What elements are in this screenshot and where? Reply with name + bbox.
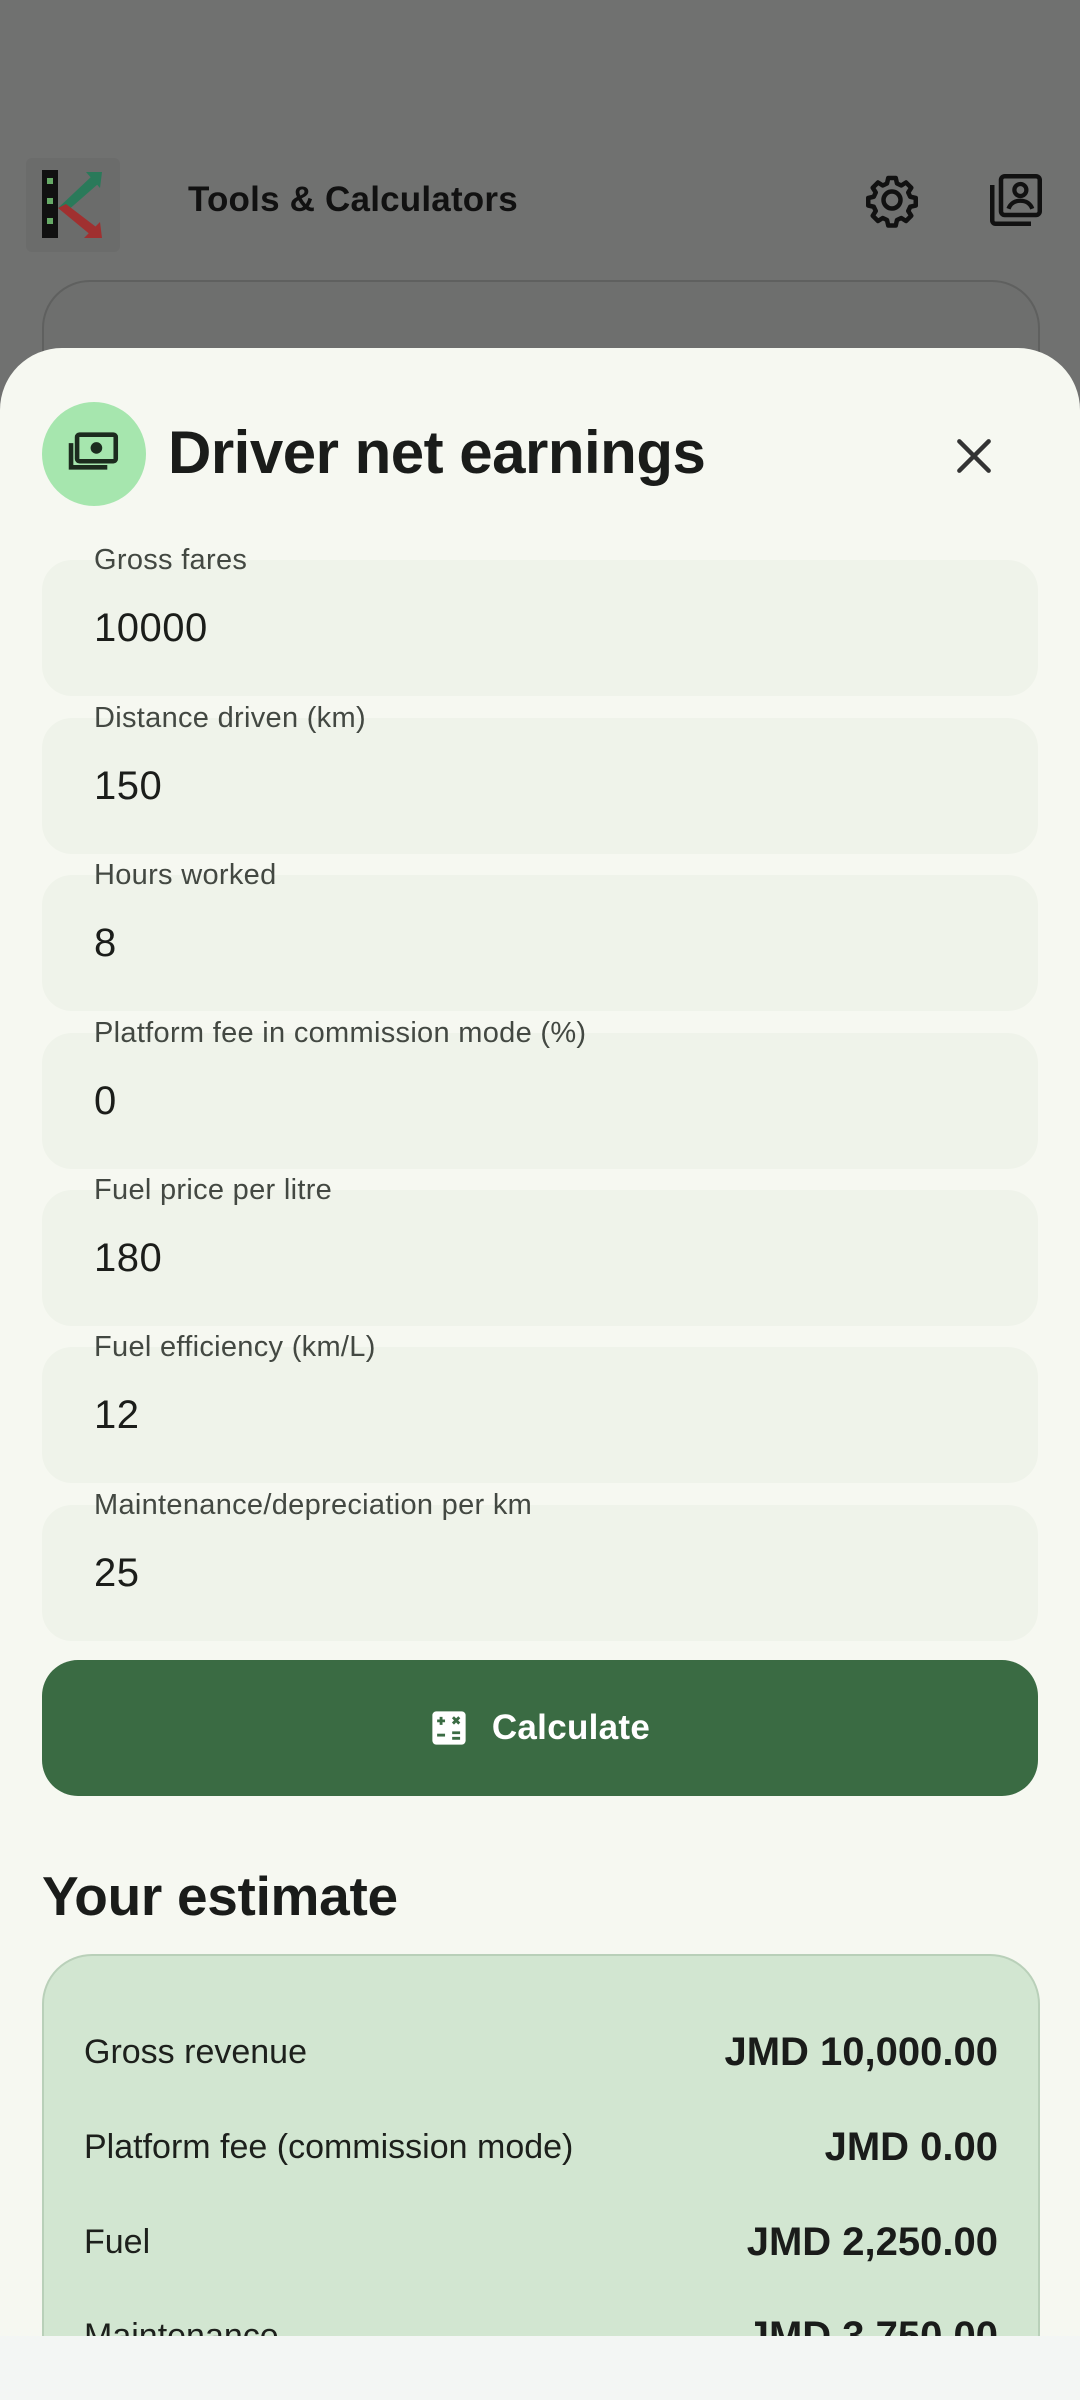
result-row: Platform fee (commission mode) JMD 0.00: [84, 2117, 998, 2177]
field-label: Maintenance/depreciation per km: [94, 1489, 533, 1521]
field-label: Hours worked: [94, 859, 277, 891]
estimate-card: Gross revenue JMD 10,000.00 Platform fee…: [42, 1954, 1040, 2400]
app-logo: [26, 158, 120, 252]
result-label: Platform fee (commission mode): [84, 2127, 574, 2166]
bottom-sheet: Driver net earnings Gross fares Distance…: [0, 348, 1080, 2400]
result-label: Gross revenue: [84, 2032, 307, 2071]
maintenance-input[interactable]: [94, 1543, 994, 1603]
fuel-efficiency-field[interactable]: Fuel efficiency (km/L): [42, 1331, 1038, 1483]
calculate-button[interactable]: Calculate: [42, 1660, 1038, 1796]
sheet-title: Driver net earnings: [168, 419, 706, 486]
close-icon: [957, 439, 991, 473]
close-button[interactable]: [944, 426, 1004, 486]
platform-fee-input[interactable]: [94, 1071, 994, 1131]
platform-fee-field[interactable]: Platform fee in commission mode (%): [42, 1017, 1038, 1169]
sheet-header: Driver net earnings: [0, 348, 1080, 538]
result-label: Fuel: [84, 2222, 151, 2261]
estimate-heading: Your estimate: [42, 1865, 398, 1927]
hours-field[interactable]: Hours worked: [42, 859, 1038, 1011]
field-label: Fuel efficiency (km/L): [94, 1331, 376, 1363]
fuel-efficiency-input[interactable]: [94, 1385, 994, 1445]
gross-fares-field[interactable]: Gross fares: [42, 544, 1038, 696]
app-logo-icon: [42, 170, 102, 238]
gross-fares-input[interactable]: [94, 598, 994, 658]
maintenance-field[interactable]: Maintenance/depreciation per km: [42, 1489, 1038, 1641]
field-label: Fuel price per litre: [94, 1174, 333, 1206]
hours-input[interactable]: [94, 913, 994, 973]
calculator-icon: [432, 1711, 466, 1745]
result-value: JMD 2,250.00: [746, 2219, 998, 2264]
field-label: Distance driven (km): [94, 702, 366, 734]
fuel-price-input[interactable]: [94, 1228, 994, 1288]
system-navigation-bar: [0, 2336, 1080, 2400]
field-label: Platform fee in commission mode (%): [94, 1017, 587, 1049]
fuel-price-field[interactable]: Fuel price per litre: [42, 1174, 1038, 1326]
distance-field[interactable]: Distance driven (km): [42, 702, 1038, 854]
app-title: Tools & Calculators: [188, 180, 518, 219]
result-row: Fuel JMD 2,250.00: [84, 2212, 998, 2272]
field-label: Gross fares: [94, 544, 248, 576]
result-value: JMD 10,000.00: [724, 2029, 998, 2074]
app-bar: Tools & Calculators: [0, 140, 1080, 264]
calculate-label: Calculate: [491, 1708, 651, 1747]
result-row: Gross revenue JMD 10,000.00: [84, 2022, 998, 2082]
distance-input[interactable]: [94, 756, 994, 816]
result-value: JMD 0.00: [824, 2124, 998, 2169]
gear-icon[interactable]: [862, 170, 922, 230]
money-icon: [42, 402, 146, 506]
profile-library-icon[interactable]: [986, 170, 1046, 230]
